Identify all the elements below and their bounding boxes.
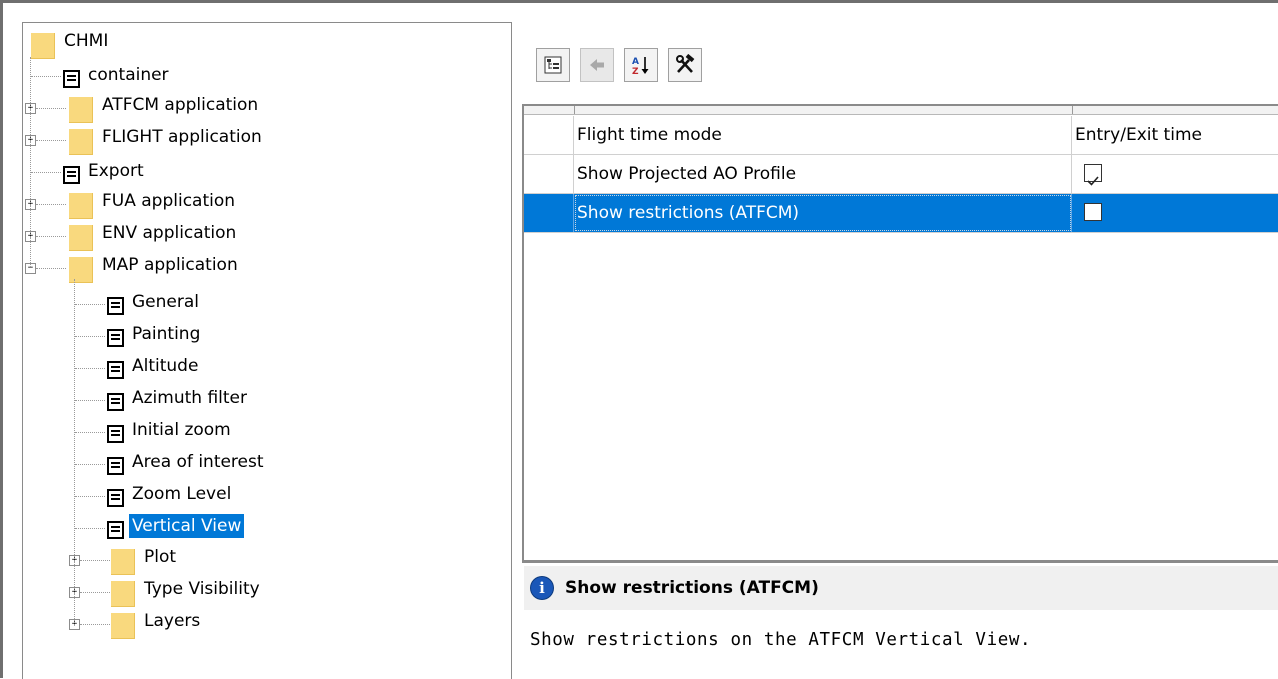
tools-icon <box>676 54 695 73</box>
property-name-cell: Flight time mode <box>574 116 1072 154</box>
row-header-cell <box>524 116 574 154</box>
tree-connector <box>75 432 105 433</box>
tree-node-label: Painting <box>132 324 201 344</box>
tree-node-label: CHMI <box>64 31 109 51</box>
tree-node-label: container <box>88 65 169 85</box>
tree-node-label-selected: Vertical View <box>129 514 245 538</box>
tree-connector <box>31 76 61 77</box>
svg-text:Z: Z <box>632 67 639 76</box>
document-icon <box>107 457 124 475</box>
info-icon: i <box>531 577 553 599</box>
document-icon <box>107 521 124 539</box>
folder-icon <box>31 33 55 59</box>
tree-connector <box>75 496 105 497</box>
settings-tree[interactable]: CHMI container + ATFCM application + FLI… <box>22 22 512 679</box>
folder-icon <box>69 257 93 283</box>
panel-divider[interactable] <box>522 560 1278 563</box>
tree-connector <box>75 400 105 401</box>
description-title: Show restrictions (ATFCM) <box>565 578 819 598</box>
tree-connector <box>75 464 105 465</box>
document-icon <box>107 393 124 411</box>
back-arrow-icon <box>590 59 604 71</box>
row-header-cell <box>524 194 574 232</box>
checkmark-icon <box>1087 176 1099 186</box>
tree-node-label: MAP application <box>102 255 238 275</box>
tree-connector <box>80 560 110 561</box>
row-header-cell <box>524 155 574 193</box>
tree-connector <box>36 204 66 205</box>
tree-connector <box>36 140 66 141</box>
tree-node-label: Plot <box>144 547 177 567</box>
document-icon <box>107 489 124 507</box>
table-header <box>524 106 1278 115</box>
sort-az-icon: A Z <box>632 57 649 76</box>
tree-node-label: Zoom Level <box>132 484 232 504</box>
tree-connector <box>80 624 110 625</box>
tree-node-label: Layers <box>144 611 201 631</box>
tree-connector <box>75 368 105 369</box>
categorized-view-button[interactable] <box>536 48 570 82</box>
document-icon <box>107 329 124 347</box>
tree-node-label: General <box>132 292 199 312</box>
window-frame-left <box>0 0 3 678</box>
document-icon <box>63 70 80 88</box>
tree-connector <box>36 108 66 109</box>
tree-node-label: Type Visibility <box>144 579 260 599</box>
folder-icon <box>69 97 93 123</box>
description-header: i Show restrictions (ATFCM) <box>524 566 1278 610</box>
tree-node-label: Altitude <box>132 356 199 376</box>
description-area: Show restrictions on the ATFCM Vertical … <box>524 612 1278 678</box>
folder-icon <box>111 549 135 575</box>
table-row-show-restrictions[interactable]: Show restrictions (ATFCM) <box>524 194 1278 233</box>
document-icon <box>107 425 124 443</box>
back-button[interactable] <box>580 48 614 82</box>
document-icon <box>63 166 80 184</box>
tree-node-label: Initial zoom <box>132 420 231 440</box>
tree-connector <box>74 279 75 625</box>
svg-text:A: A <box>632 57 639 67</box>
show-restrictions-checkbox[interactable] <box>1084 203 1102 221</box>
property-name-cell: Show restrictions (ATFCM) <box>574 194 1072 232</box>
folder-icon <box>111 581 135 607</box>
property-toolbar: A Z <box>536 48 702 84</box>
tree-node-label: ENV application <box>102 223 237 243</box>
tools-button[interactable] <box>668 48 702 82</box>
tree-connector <box>75 304 105 305</box>
tree-connector <box>75 528 105 529</box>
show-projected-ao-profile-checkbox[interactable] <box>1084 164 1102 186</box>
folder-icon <box>69 193 93 219</box>
tree-node-label: FLIGHT application <box>102 127 262 147</box>
tree-connector <box>30 57 31 267</box>
tree-connector <box>36 236 66 237</box>
tree-node-label: FUA application <box>102 191 236 211</box>
property-value-cell <box>1072 155 1278 193</box>
window-frame-top <box>0 0 1278 3</box>
table-row-show-projected-ao-profile[interactable]: Show Projected AO Profile <box>524 155 1278 194</box>
tree-node-label: ATFCM application <box>102 95 259 115</box>
tree-node-label: Azimuth filter <box>132 388 247 408</box>
description-text: Show restrictions on the ATFCM Vertical … <box>530 630 1032 650</box>
folder-icon <box>69 129 93 155</box>
property-table: Flight time mode Entry/Exit time Show Pr… <box>522 104 1278 562</box>
folder-icon <box>69 225 93 251</box>
tree-node-label: Area of interest <box>132 452 264 472</box>
flight-time-mode-value[interactable]: Entry/Exit time <box>1072 116 1278 154</box>
tree-node-label: Export <box>88 161 144 181</box>
tree-connector <box>80 592 110 593</box>
tree-connector <box>75 336 105 337</box>
tree-connector <box>31 172 61 173</box>
table-row-flight-time-mode[interactable]: Flight time mode Entry/Exit time <box>524 116 1278 155</box>
document-icon <box>107 297 124 315</box>
categorized-view-icon <box>544 56 562 74</box>
document-icon <box>107 361 124 379</box>
property-name-cell: Show Projected AO Profile <box>574 155 1072 193</box>
property-value-cell <box>1072 194 1278 232</box>
tree-connector <box>36 268 66 269</box>
folder-icon <box>111 613 135 639</box>
sort-alphabetical-button[interactable]: A Z <box>624 48 658 82</box>
